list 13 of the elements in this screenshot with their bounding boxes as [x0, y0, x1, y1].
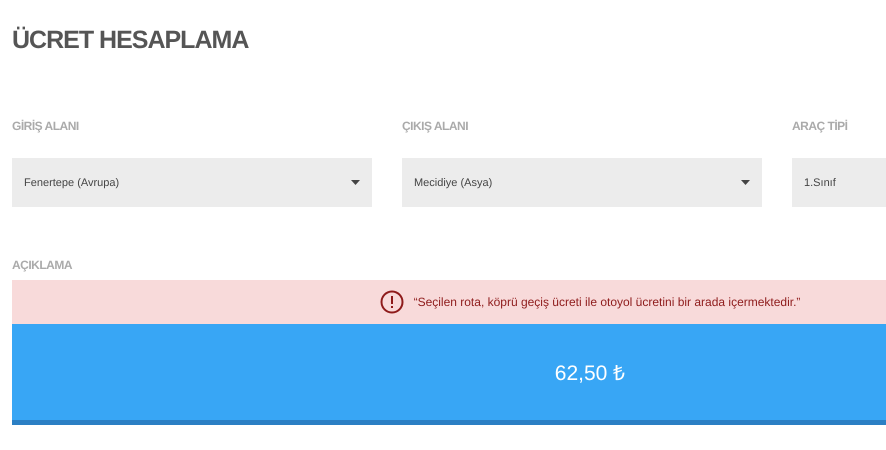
field-label: ÇIKIŞ ALANI [402, 119, 468, 135]
select-field[interactable]: 1.Sınıf [792, 158, 886, 207]
field-label: ARAÇ TİPİ [792, 119, 848, 135]
select-field[interactable]: Mecidiye (Asya) [402, 158, 762, 207]
select-field[interactable]: Fenertepe (Avrupa) [12, 158, 372, 207]
caret-icon [741, 180, 750, 185]
field-label: AÇIKLAMA [12, 258, 72, 274]
caret-icon [351, 180, 360, 185]
warning-icon [380, 290, 404, 314]
page-title: ÜCRET HESAPLAMA [12, 25, 250, 56]
fare-amount: 62,50 ₺ [554, 361, 626, 386]
field-label: GİRİŞ ALANI [12, 119, 79, 135]
alert-message: “Seçilen rota, köprü geçiş ücreti ile otoyol ücretini bir arada içermektedir.” [414, 295, 800, 309]
